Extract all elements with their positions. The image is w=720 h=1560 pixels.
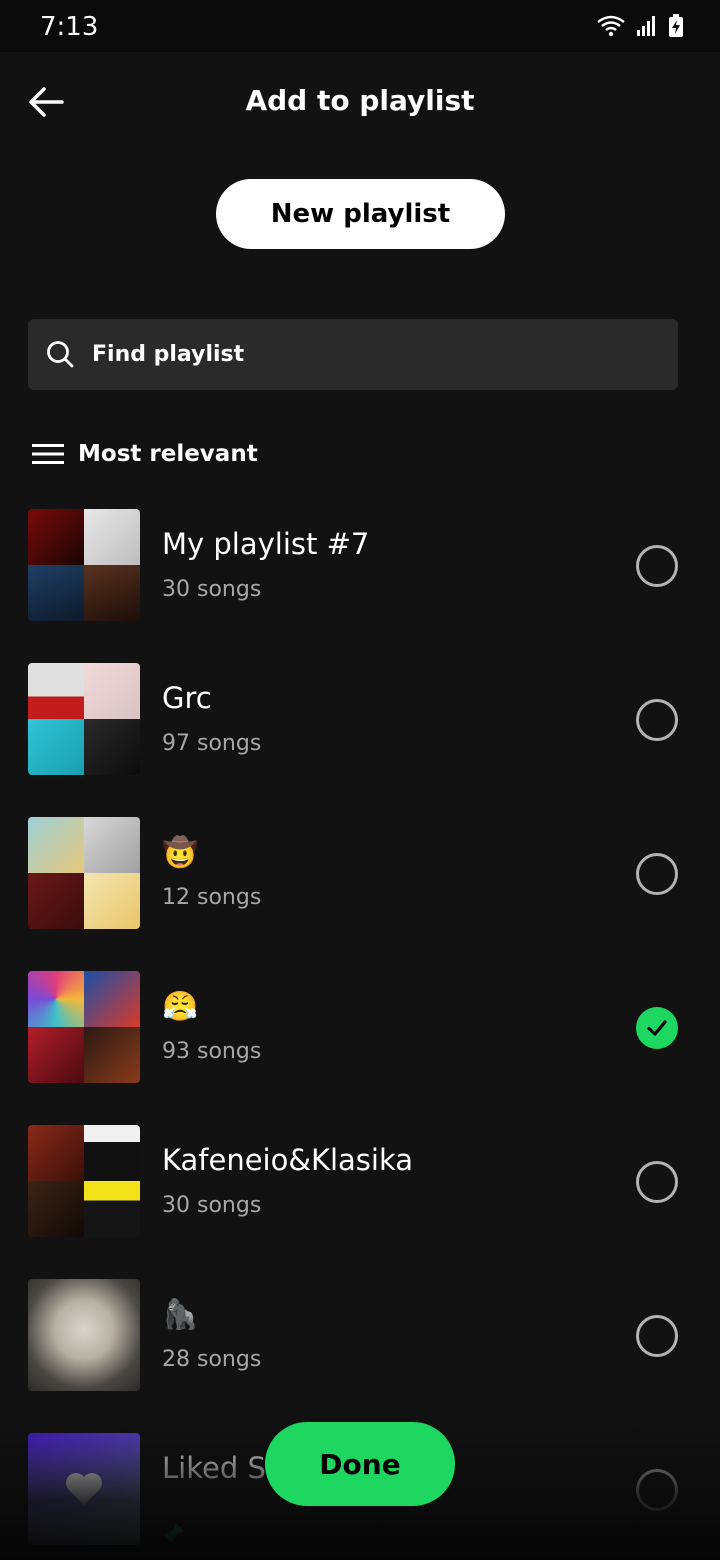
pin-icon: [164, 1523, 184, 1543]
playlist-name: Liked S: [162, 1451, 266, 1485]
playlist-row[interactable]: 🦍 28 songs: [0, 1279, 720, 1433]
playlist-cover: [28, 509, 140, 621]
playlist-cover: [28, 1125, 140, 1237]
playlist-name: 🦍: [162, 1297, 199, 1331]
search-input[interactable]: [92, 319, 652, 390]
playlist-count: 93 songs: [162, 1039, 262, 1064]
select-radio[interactable]: [636, 1315, 678, 1357]
battery-charging-icon: [669, 14, 683, 37]
playlist-list: My playlist #7 30 songs Grc 97 songs 🤠 1…: [0, 509, 720, 1560]
playlist-row[interactable]: My playlist #7 30 songs: [0, 509, 720, 663]
page-title: Add to playlist: [245, 84, 475, 117]
status-bar: 7:13: [0, 0, 720, 52]
sort-label: Most relevant: [78, 441, 258, 467]
select-radio[interactable]: [636, 699, 678, 741]
playlist-count: 97 songs: [162, 731, 262, 756]
playlist-count: 12 songs: [162, 885, 262, 910]
header: Add to playlist: [0, 52, 720, 152]
playlist-row[interactable]: Grc 97 songs: [0, 663, 720, 817]
select-radio[interactable]: [636, 853, 678, 895]
checkmark-icon: [647, 1020, 667, 1036]
status-time: 7:13: [40, 12, 99, 42]
playlist-name: My playlist #7: [162, 527, 370, 561]
heart-icon: [66, 1473, 102, 1505]
signal-icon: [637, 16, 655, 36]
playlist-row[interactable]: 😤 93 songs: [0, 971, 720, 1125]
playlist-cover: [28, 1279, 140, 1391]
playlist-row[interactable]: 🤠 12 songs: [0, 817, 720, 971]
playlist-count: 30 songs: [162, 577, 262, 602]
sort-button[interactable]: Most relevant: [32, 436, 258, 472]
status-icons: [596, 14, 684, 38]
playlist-name: 😤: [162, 989, 199, 1023]
search-icon: [47, 341, 74, 368]
done-button[interactable]: Done: [265, 1422, 455, 1506]
playlist-count: 28 songs: [162, 1347, 262, 1372]
playlist-row[interactable]: Kafeneio&Klasika 30 songs: [0, 1125, 720, 1279]
playlist-count: 30 songs: [162, 1193, 262, 1218]
select-radio-checked[interactable]: [636, 1007, 678, 1049]
playlist-name: Grc: [162, 681, 212, 715]
select-radio[interactable]: [636, 1161, 678, 1203]
search-bar[interactable]: [28, 319, 678, 390]
sort-lines-icon: [32, 444, 64, 464]
playlist-cover: [28, 971, 140, 1083]
playlist-cover: [28, 663, 140, 775]
playlist-name: 🤠: [162, 835, 199, 869]
select-radio[interactable]: [636, 545, 678, 587]
new-playlist-button[interactable]: New playlist: [216, 179, 505, 249]
playlist-cover: [28, 817, 140, 929]
liked-songs-cover: [28, 1433, 140, 1545]
select-radio[interactable]: [636, 1469, 678, 1511]
wifi-icon: [597, 15, 625, 37]
playlist-name: Kafeneio&Klasika: [162, 1143, 414, 1177]
